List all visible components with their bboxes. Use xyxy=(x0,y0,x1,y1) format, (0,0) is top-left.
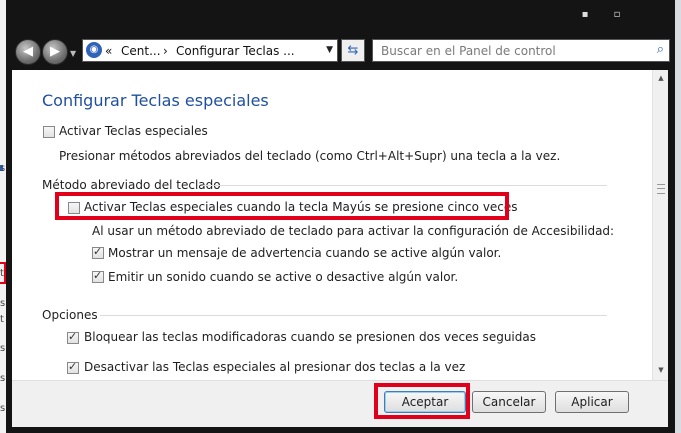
background-text: t xyxy=(0,314,4,325)
apply-button[interactable]: Aplicar xyxy=(555,391,629,413)
search-icon[interactable]: ⌕ xyxy=(657,42,664,57)
address-bar[interactable]: ◉ « Cent... › Configurar Teclas ... ▼ xyxy=(82,39,338,62)
activate-sticky-keys-checkbox[interactable] xyxy=(43,126,55,138)
activate-description: Presionar métodos abreviados del teclado… xyxy=(59,149,561,163)
deactivate-two-keys-checkbox[interactable] xyxy=(67,360,79,374)
back-arrow-icon: ◀ xyxy=(23,44,33,59)
activate-sticky-keys-label[interactable]: Activar Teclas especiales xyxy=(59,124,208,138)
refresh-button[interactable]: ⇆ xyxy=(341,39,365,62)
sound-checkbox[interactable] xyxy=(92,269,104,283)
warning-message-checkbox[interactable] xyxy=(92,245,104,259)
address-dropdown-icon[interactable]: ▼ xyxy=(326,45,333,55)
options-section-title: Opciones xyxy=(42,308,98,322)
shortcut-description: Al usar un método abreviado de teclado p… xyxy=(92,224,615,238)
breadcrumb-item-current[interactable]: Configurar Teclas ... xyxy=(176,44,295,58)
breadcrumb-item-center[interactable]: Cent... xyxy=(121,44,161,58)
control-panel-icon: ◉ xyxy=(86,42,102,58)
vertical-scrollbar[interactable]: ▲ ▼ xyxy=(652,70,668,380)
forward-arrow-icon: ▶ xyxy=(50,44,60,59)
maximize-button[interactable]: ▫ xyxy=(606,8,628,22)
breadcrumb-overflow[interactable]: « xyxy=(105,44,112,58)
background-text: s xyxy=(0,298,6,309)
deactivate-two-keys-label[interactable]: Desactivar las Teclas especiales al pres… xyxy=(84,360,465,374)
background-text: s xyxy=(0,373,6,384)
section-divider xyxy=(203,185,607,186)
back-button[interactable]: ◀ xyxy=(15,39,41,65)
breadcrumb-separator[interactable]: › xyxy=(163,44,168,58)
scroll-down-icon[interactable]: ▼ xyxy=(653,366,669,374)
warning-message-label[interactable]: Mostrar un mensaje de advertencia cuando… xyxy=(108,246,501,260)
lock-modifiers-checkbox[interactable] xyxy=(67,330,79,344)
page-title: Configurar Teclas especiales xyxy=(42,91,269,110)
background-text: s xyxy=(0,163,6,174)
shortcut-section-title: Método abreviado del teclado xyxy=(42,178,221,192)
history-dropdown-icon[interactable]: ▼ xyxy=(70,49,76,58)
background-text: s xyxy=(0,343,6,354)
options-divider xyxy=(100,315,607,316)
sound-label[interactable]: Emitir un sonido cuando se active o desa… xyxy=(108,270,458,284)
search-box[interactable]: Buscar en el Panel de control ⌕ xyxy=(372,39,670,62)
background-text: t xyxy=(0,268,4,279)
background-text: s xyxy=(0,403,6,414)
scroll-up-icon[interactable]: ▲ xyxy=(653,74,669,82)
lock-modifiers-label[interactable]: Bloquear las teclas modificadoras cuando… xyxy=(84,330,536,344)
cancel-button[interactable]: Cancelar xyxy=(472,391,546,413)
search-input[interactable]: Buscar en el Panel de control xyxy=(381,44,556,58)
scroll-thumb[interactable] xyxy=(657,184,665,194)
forward-button[interactable]: ▶ xyxy=(42,39,68,65)
highlight-box-ok xyxy=(374,383,470,419)
refresh-icon: ⇆ xyxy=(347,43,359,58)
minimize-button[interactable]: ▪ xyxy=(574,8,596,22)
highlight-box-shift xyxy=(55,192,509,220)
